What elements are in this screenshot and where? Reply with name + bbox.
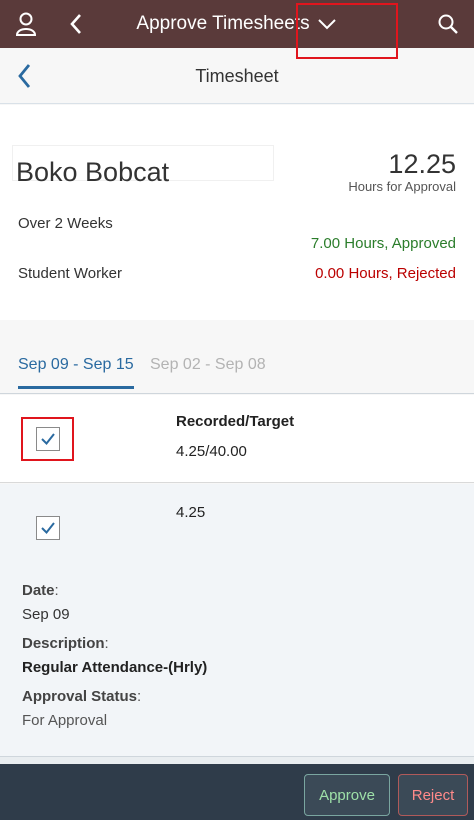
footer-toolbar: Approve Reject	[0, 764, 474, 820]
checkmark-icon	[41, 522, 55, 535]
date-label: Date:	[22, 582, 59, 599]
approval-status-value: For Approval	[22, 712, 108, 729]
week-tabs: Sep 09 - Sep 15 Sep 02 - Sep 08	[0, 320, 474, 394]
row-checkbox[interactable]	[36, 516, 60, 540]
date-label-colon: :	[54, 582, 59, 599]
approve-highlight	[296, 3, 398, 59]
rejected-status: 0.00 Hours, Rejected	[315, 265, 456, 282]
app-title-text: Approve Timesheets	[136, 13, 310, 34]
period-attribute: Over 2 Weeks	[18, 215, 113, 232]
date-label-text: Date	[22, 582, 55, 599]
employee-name: Boko Bobcat	[16, 157, 170, 187]
approval-status-label-colon: :	[137, 688, 142, 705]
description-label: Description:	[22, 635, 109, 652]
shell-bar: Approve Timesheets	[0, 0, 474, 48]
hours-number: 12.25	[388, 149, 456, 179]
divider	[0, 756, 474, 764]
approval-status-label: Approval Status:	[22, 688, 141, 705]
page-header: Timesheet	[0, 48, 474, 104]
select-all-checkbox[interactable]	[36, 427, 60, 451]
description-label-text: Description	[22, 635, 105, 652]
recorded-target-value: 4.25/40.00	[176, 443, 247, 460]
table-row[interactable]: 4.25 Date: Sep 09 Description: Regular A…	[0, 484, 474, 756]
hours-unit: Hours for Approval	[348, 179, 456, 194]
checkmark-icon	[41, 433, 55, 446]
search-icon[interactable]	[434, 0, 462, 48]
row-hours-value: 4.25	[176, 504, 206, 521]
description-label-colon: :	[104, 635, 109, 652]
tab-week-2[interactable]: Sep 02 - Sep 08	[150, 356, 266, 374]
approval-status-label-text: Approval Status	[22, 688, 138, 705]
reject-button[interactable]: Reject	[398, 774, 468, 816]
approved-status: 7.00 Hours, Approved	[310, 235, 456, 252]
object-header: Boko Bobcat 12.25 Hours for Approval Ove…	[0, 105, 474, 320]
description-value: Regular Attendance-(Hrly)	[22, 659, 208, 676]
page-title: Timesheet	[195, 65, 279, 86]
app-title[interactable]: Approve Timesheets	[0, 0, 474, 48]
approve-button[interactable]: Approve	[304, 774, 390, 816]
date-value: Sep 09	[22, 606, 70, 623]
tab-week-1[interactable]: Sep 09 - Sep 15	[18, 356, 134, 389]
summary-row: Recorded/Target 4.25/40.00	[0, 395, 474, 483]
column-header-recorded: Recorded/Target	[176, 413, 295, 430]
role-attribute: Student Worker	[18, 265, 122, 282]
